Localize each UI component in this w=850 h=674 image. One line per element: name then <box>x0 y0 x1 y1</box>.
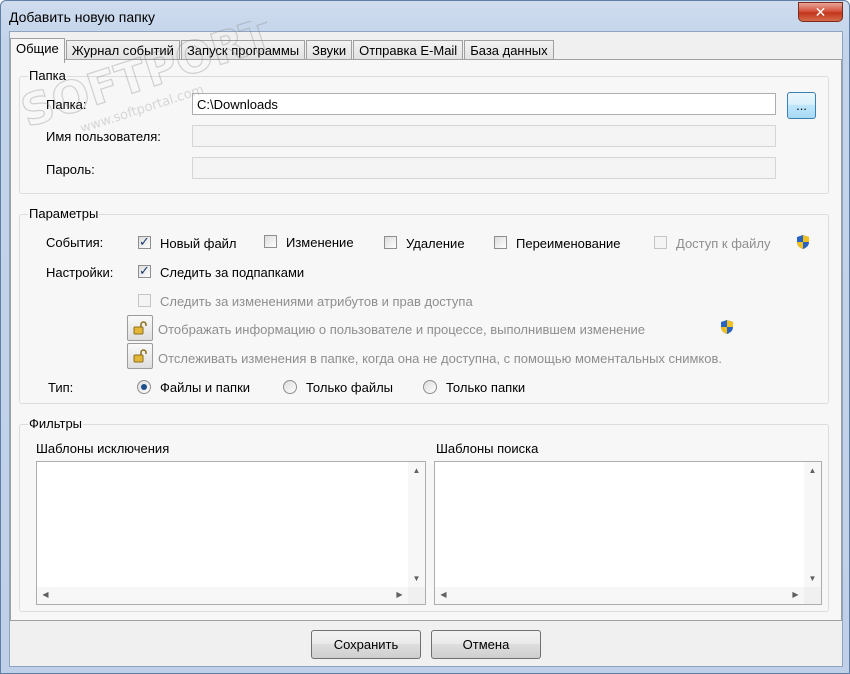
scroll-corner <box>408 587 425 604</box>
checkbox-file-access[interactable] <box>654 236 667 249</box>
event-file-access-label[interactable]: Доступ к файлу <box>676 236 771 251</box>
checkbox-watch-attributes[interactable] <box>138 294 151 307</box>
tab-panel-general: Папка Папка: C:\Downloads ... Имя пользо… <box>10 59 842 621</box>
search-horizontal-scrollbar[interactable]: ◀ ▶ <box>435 587 804 604</box>
lock-button-user-info[interactable] <box>127 315 153 341</box>
search-vertical-scrollbar[interactable]: ▲ ▼ <box>804 462 821 587</box>
uac-shield-icon <box>721 320 733 334</box>
radio-folders-only[interactable] <box>423 380 437 394</box>
browse-button[interactable]: ... <box>787 92 816 119</box>
type-files-only-label[interactable]: Только файлы <box>306 380 393 395</box>
scroll-corner <box>804 587 821 604</box>
parameters-group: Параметры События: ✓ Новый файл Изменени… <box>19 206 829 404</box>
checkbox-delete[interactable] <box>384 236 397 249</box>
event-new-file-label[interactable]: Новый файл <box>160 236 237 251</box>
events-label: События: <box>46 235 104 250</box>
dialog-client-area: Общие Журнал событий Запуск программы Зв… <box>9 31 843 667</box>
filters-group: Фильтры Шаблоны исключения Шаблоны поиск… <box>19 416 829 612</box>
padlock-icon <box>133 321 147 335</box>
password-label: Пароль: <box>46 162 95 177</box>
folder-path-input[interactable]: C:\Downloads <box>192 93 776 115</box>
show-user-info-label[interactable]: Отображать информацию о пользователе и п… <box>158 322 645 337</box>
search-patterns-label: Шаблоны поиска <box>436 441 539 456</box>
exclude-patterns-list[interactable]: ▲ ▼ ◀ ▶ <box>36 461 426 605</box>
type-files-and-folders-label[interactable]: Файлы и папки <box>160 380 250 395</box>
dialog-window: Добавить новую папку ✕ Общие Журнал собы… <box>0 0 850 674</box>
password-input[interactable] <box>192 157 776 179</box>
exclude-horizontal-scrollbar[interactable]: ◀ ▶ <box>37 587 408 604</box>
padlock-icon <box>133 349 147 363</box>
event-change-label[interactable]: Изменение <box>286 235 354 250</box>
close-icon: ✕ <box>814 3 827 20</box>
search-patterns-list[interactable]: ▲ ▼ ◀ ▶ <box>434 461 822 605</box>
event-delete-label[interactable]: Удаление <box>406 236 465 251</box>
folder-group: Папка Папка: C:\Downloads ... Имя пользо… <box>19 68 829 194</box>
folder-group-title: Папка <box>28 68 67 83</box>
cancel-button[interactable]: Отмена <box>431 630 541 659</box>
settings-label: Настройки: <box>46 265 114 280</box>
track-snapshots-label[interactable]: Отслеживать изменения в папке, когда она… <box>158 351 722 366</box>
checkbox-watch-subfolders[interactable]: ✓ <box>138 263 151 278</box>
scroll-down-icon[interactable]: ▼ <box>804 574 821 583</box>
scroll-left-icon[interactable]: ◀ <box>37 590 54 599</box>
checkmark-icon: ✓ <box>139 234 150 249</box>
radio-files-and-folders[interactable] <box>137 380 151 394</box>
username-label: Имя пользователя: <box>46 129 161 144</box>
tab-strip: Общие Журнал событий Запуск программы Зв… <box>10 38 555 63</box>
save-button[interactable]: Сохранить <box>311 630 421 659</box>
exclude-patterns-label: Шаблоны исключения <box>36 441 170 456</box>
tab-general[interactable]: Общие <box>10 38 65 63</box>
parameters-group-title: Параметры <box>28 206 100 221</box>
type-folders-only-label[interactable]: Только папки <box>446 380 525 395</box>
type-label: Тип: <box>48 380 74 395</box>
radio-files-only[interactable] <box>283 380 297 394</box>
checkbox-rename[interactable] <box>494 236 507 249</box>
title-bar[interactable]: Добавить новую папку ✕ <box>1 1 849 31</box>
username-input[interactable] <box>192 125 776 147</box>
lock-button-snapshots[interactable] <box>127 343 153 369</box>
close-button[interactable]: ✕ <box>798 2 843 22</box>
cancel-button-label: Отмена <box>462 637 510 652</box>
filters-group-title: Фильтры <box>28 416 84 431</box>
scroll-down-icon[interactable]: ▼ <box>408 574 425 583</box>
checkbox-new-file[interactable]: ✓ <box>138 234 151 249</box>
scroll-right-icon[interactable]: ▶ <box>787 590 804 599</box>
scroll-left-icon[interactable]: ◀ <box>435 590 452 599</box>
exclude-vertical-scrollbar[interactable]: ▲ ▼ <box>408 462 425 587</box>
save-button-label: Сохранить <box>333 637 399 652</box>
uac-shield-icon <box>797 235 809 249</box>
window-title: Добавить новую папку <box>9 9 156 25</box>
watch-subfolders-label[interactable]: Следить за подпапками <box>160 265 304 280</box>
folder-label: Папка: <box>46 97 87 112</box>
event-rename-label[interactable]: Переименование <box>516 236 621 251</box>
scroll-up-icon[interactable]: ▲ <box>408 466 425 475</box>
checkmark-icon: ✓ <box>139 263 150 278</box>
scroll-right-icon[interactable]: ▶ <box>391 590 408 599</box>
checkbox-change[interactable] <box>264 235 277 248</box>
watch-attributes-label[interactable]: Следить за изменениями атрибутов и прав … <box>160 294 473 309</box>
scroll-up-icon[interactable]: ▲ <box>804 466 821 475</box>
